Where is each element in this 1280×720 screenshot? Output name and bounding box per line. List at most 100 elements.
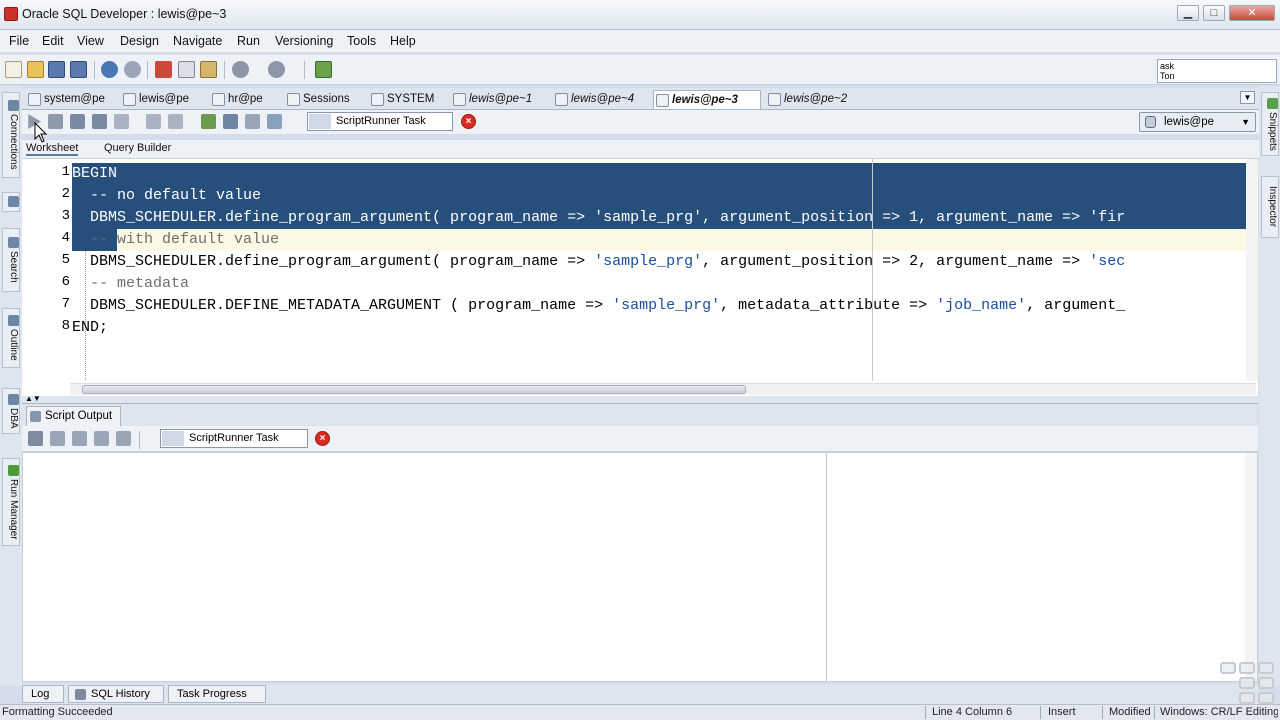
eraser-icon[interactable] — [50, 431, 65, 446]
tab-script-output[interactable]: Script Output — [26, 406, 122, 426]
menu-file[interactable]: File — [9, 34, 29, 48]
maximize-button[interactable]: □ — [1203, 5, 1225, 21]
clear-icon[interactable] — [168, 114, 183, 129]
tab-system[interactable]: SYSTEM — [369, 90, 434, 109]
task-label: ScriptRunner Task — [336, 115, 426, 127]
menu-versioning[interactable]: Versioning — [275, 34, 333, 48]
tab-lewis-pe[interactable]: lewis@pe — [121, 90, 189, 109]
tab-hr-pe[interactable]: hr@pe — [210, 90, 263, 109]
run-manager-panel-tab[interactable]: Run Manager — [2, 458, 20, 546]
cut-icon[interactable] — [155, 61, 172, 78]
menu-help[interactable]: Help — [390, 34, 416, 48]
right-panel-strip: Snippets Inspector — [1259, 86, 1280, 686]
tab-lewis-pe-1[interactable]: lewis@pe~1 — [451, 90, 532, 109]
tab-sql-history[interactable]: SQL History — [68, 685, 164, 703]
menu-view[interactable]: View — [77, 34, 104, 48]
dba-panel-tab[interactable]: DBA — [2, 388, 20, 434]
copy-icon[interactable] — [178, 61, 195, 78]
tab-sessions[interactable]: Sessions — [285, 90, 350, 109]
rollback-icon[interactable] — [92, 114, 107, 129]
editor-horizontal-scrollbar[interactable] — [70, 383, 1256, 395]
code-line-1: BEGIN — [72, 163, 1246, 185]
database-icon — [1145, 116, 1156, 128]
to-upper-icon[interactable] — [223, 114, 238, 129]
quick-search-box[interactable]: ask Ton — [1157, 59, 1277, 83]
dba-icon — [7, 393, 19, 405]
line-number: 1 — [61, 164, 70, 180]
cancel-output-task-icon[interactable]: × — [315, 431, 330, 446]
run-script-icon[interactable] — [48, 114, 63, 129]
print-icon[interactable] — [94, 431, 109, 446]
run-manager-icon — [7, 464, 19, 476]
code-text: with default value — [117, 231, 280, 248]
connections-panel-tab[interactable]: Connections — [2, 92, 20, 178]
undo-icon[interactable] — [101, 61, 118, 78]
menu-navigate[interactable]: Navigate — [173, 34, 222, 48]
cancel-task-icon[interactable]: × — [461, 114, 476, 129]
outline-panel-tab[interactable]: Outline — [2, 308, 20, 368]
code-line-2: -- no default value — [72, 185, 1246, 207]
code-line-3: DBMS_SCHEDULER.define_program_argument( … — [72, 207, 1246, 229]
scrollbar-thumb[interactable] — [82, 385, 746, 394]
code-string: 'sample_prg' — [594, 253, 703, 270]
tab-task-progress[interactable]: Task Progress — [168, 685, 266, 703]
pin-icon[interactable] — [28, 431, 43, 446]
toolbar-separator — [224, 61, 225, 79]
status-separator — [1102, 706, 1103, 719]
eraser-icon[interactable] — [245, 114, 260, 129]
reports-panel-tab[interactable] — [2, 192, 20, 212]
window-title: Oracle SQL Developer : lewis@pe~3 — [22, 7, 227, 21]
collapse-arrows-icon[interactable]: ▲▼ — [25, 394, 41, 403]
menu-run[interactable]: Run — [237, 34, 260, 48]
close-button[interactable]: ✕ — [1229, 5, 1275, 21]
sql-editor[interactable]: 1 2 3 4 5 6 7 8 − BEGIN -- no default va… — [22, 158, 1258, 396]
menu-edit[interactable]: Edit — [42, 34, 64, 48]
save-output-icon[interactable] — [72, 431, 87, 446]
editor-vertical-scrollbar[interactable] — [1246, 159, 1258, 381]
save-all-icon[interactable] — [70, 61, 87, 78]
save-icon[interactable] — [48, 61, 65, 78]
paste-icon[interactable] — [200, 61, 217, 78]
explain-plan-icon[interactable] — [114, 114, 129, 129]
tab-worksheet[interactable]: Worksheet — [26, 142, 79, 156]
tab-lewis-pe-2[interactable]: lewis@pe~2 — [766, 90, 847, 109]
bottom-tab-bar: Log SQL History Task Progress — [22, 684, 1259, 704]
script-output-area[interactable] — [22, 452, 1258, 682]
tab-lewis-pe-3[interactable]: lewis@pe~3 — [653, 90, 761, 109]
sql-tuning-icon[interactable] — [201, 114, 216, 129]
line-number: 2 — [61, 186, 70, 202]
sql-history-icon — [75, 689, 86, 700]
buffer-icon[interactable] — [116, 431, 131, 446]
menu-tools[interactable]: Tools — [347, 34, 376, 48]
snippets-icon — [1266, 97, 1278, 109]
forward-icon[interactable] — [268, 61, 285, 78]
output-vertical-scrollbar[interactable] — [1245, 453, 1257, 681]
menu-design[interactable]: Design — [120, 34, 159, 48]
tab-lewis-pe-4[interactable]: lewis@pe~4 — [553, 90, 634, 109]
tabs-dropdown-icon[interactable]: ▼ — [1240, 91, 1255, 104]
commit-icon[interactable] — [70, 114, 85, 129]
sql-icon[interactable] — [315, 61, 332, 78]
inspector-panel-tab[interactable]: Inspector — [1261, 176, 1279, 238]
back-icon[interactable] — [232, 61, 249, 78]
autotrace-icon[interactable] — [146, 114, 161, 129]
panel-splitter[interactable]: ▲▼ — [22, 394, 1258, 404]
connection-selector[interactable]: lewis@pe ▼ — [1139, 112, 1256, 132]
quick-search-line1: ask — [1160, 61, 1175, 71]
code-text: DBMS_SCHEDULER.define_program_argument( … — [72, 253, 595, 270]
tab-system-pe[interactable]: system@pe — [26, 90, 105, 109]
search-icon — [7, 237, 19, 249]
history-icon[interactable] — [267, 114, 282, 129]
tab-query-builder[interactable]: Query Builder — [104, 142, 171, 154]
snippets-panel-tab[interactable]: Snippets — [1261, 92, 1279, 156]
new-icon[interactable] — [5, 61, 22, 78]
tab-log[interactable]: Log — [22, 685, 64, 703]
search-panel-tab[interactable]: Search — [2, 228, 20, 292]
code-text: -- metadata — [72, 275, 190, 292]
tab-label: lewis@pe~1 — [469, 93, 533, 105]
connection-icon — [555, 93, 568, 106]
code-string: 'sample_prg' — [612, 297, 721, 314]
minimize-button[interactable]: ▁ — [1177, 5, 1199, 21]
open-icon[interactable] — [27, 61, 44, 78]
redo-icon[interactable] — [124, 61, 141, 78]
